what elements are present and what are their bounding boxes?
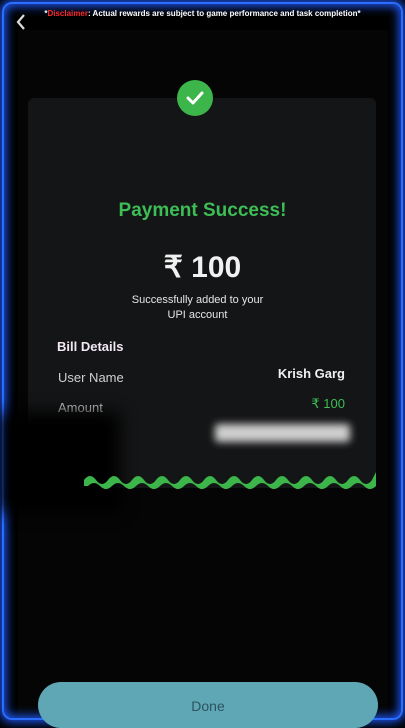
blurred-transaction-id: [215, 424, 350, 442]
disclaimer-text: : Actual rewards are subject to game per…: [87, 9, 361, 18]
bill-details-heading: Bill Details: [57, 339, 124, 354]
receipt-zigzag-edge: [84, 472, 376, 489]
user-name-label: User Name: [58, 370, 124, 385]
done-button[interactable]: Done: [38, 682, 378, 728]
success-message-line2: UPI account: [167, 309, 228, 321]
check-circle-icon: [177, 80, 213, 116]
shadow-overlay: [0, 412, 120, 512]
disclaimer-banner: *Disclaimer: Actual rewards are subject …: [0, 9, 405, 18]
payment-status-title: Payment Success!: [118, 200, 287, 221]
user-name-value: Krish Garg: [277, 366, 345, 381]
success-message-line1: Successfully added to your: [131, 294, 264, 306]
payment-amount: ₹ 100: [163, 251, 242, 284]
chevron-left-icon: [16, 14, 25, 30]
disclaimer-highlight: Disclaimer: [47, 9, 88, 18]
back-button[interactable]: [14, 12, 32, 34]
success-message: Successfully added to your UPI account: [110, 293, 285, 323]
amount-value: ₹ 100: [311, 396, 345, 411]
